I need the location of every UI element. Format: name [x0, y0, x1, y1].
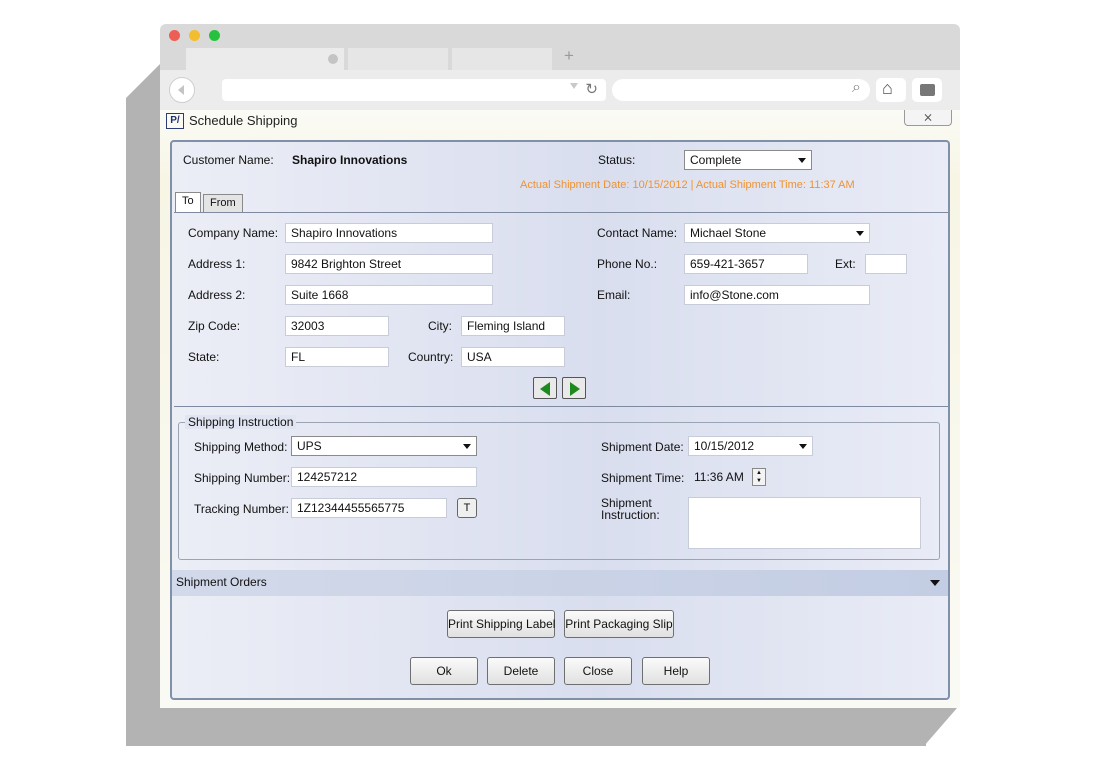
expand-down-icon[interactable] — [930, 580, 940, 586]
print-packaging-slip-button[interactable]: Print Packaging Slip — [564, 610, 674, 638]
arrow-left-icon — [540, 382, 550, 396]
home-icon: ⌂ — [882, 78, 893, 98]
time-spinner[interactable]: ▲ ▼ — [752, 468, 766, 486]
help-button[interactable]: Help — [642, 657, 710, 685]
address1-field[interactable]: 9842 Brighton Street — [285, 254, 493, 274]
zip-code-label: Zip Code: — [188, 319, 241, 333]
state-field[interactable]: FL — [285, 347, 389, 367]
app-logo-icon: P/ — [166, 113, 184, 129]
shipment-date-value: 10/15/2012 — [694, 439, 755, 453]
status-value: Complete — [690, 153, 742, 167]
previous-button[interactable] — [533, 377, 557, 399]
actual-shipment-info: Actual Shipment Date: 10/15/2012 | Actua… — [520, 179, 855, 191]
customer-name-value: Shapiro Innovations — [292, 153, 408, 167]
spin-down-icon[interactable]: ▼ — [753, 477, 765, 485]
shipping-method-value: UPS — [297, 439, 322, 453]
city-label: City: — [428, 319, 452, 333]
reload-icon[interactable]: ↻ — [585, 80, 598, 98]
shipment-time-label: Shipment Time: — [601, 471, 685, 485]
tracking-button[interactable]: T — [457, 498, 477, 518]
address-bar[interactable]: ↻ — [222, 79, 606, 101]
shipping-instruction-legend: Shipping Instruction — [185, 415, 297, 429]
window-close-button[interactable]: ⨯ — [904, 110, 952, 126]
delete-button[interactable]: Delete — [487, 657, 555, 685]
shipping-method-label: Shipping Method: — [194, 440, 288, 454]
browser-tab-active[interactable] — [186, 48, 344, 70]
shipment-instruction-label-2: Instruction: — [601, 508, 660, 522]
phone-label: Phone No.: — [597, 257, 658, 271]
shipment-orders-bar[interactable]: Shipment Orders — [172, 570, 948, 596]
customer-name-label: Customer Name: — [183, 153, 274, 167]
search-icon[interactable]: ⌕ — [852, 79, 861, 97]
contact-name-label: Contact Name: — [597, 226, 678, 240]
menu-button[interactable] — [912, 78, 942, 102]
shipping-number-field[interactable]: 124257212 — [291, 467, 477, 487]
arrow-right-icon — [570, 382, 580, 396]
city-field[interactable]: Fleming Island — [461, 316, 565, 336]
company-name-label: Company Name: — [188, 226, 279, 240]
state-label: State: — [188, 350, 220, 364]
ext-label: Ext: — [835, 257, 856, 271]
browser-tab[interactable] — [452, 48, 552, 70]
new-tab-icon[interactable]: + — [564, 46, 574, 66]
chevron-down-icon — [856, 231, 864, 236]
browser-window: + ↻ ⌕ ⌂ P/ Schedule Shipping ⨯ Customer … — [160, 24, 960, 708]
browser-tab[interactable] — [348, 48, 448, 70]
shipping-method-select[interactable]: UPS — [291, 436, 477, 456]
menu-icon — [920, 84, 935, 96]
shipment-date-select[interactable]: 10/15/2012 — [688, 436, 813, 456]
tab-to[interactable]: To — [175, 192, 201, 212]
url-dropdown-icon[interactable] — [570, 83, 578, 89]
back-arrow-icon — [178, 85, 184, 95]
shipment-orders-label: Shipment Orders — [176, 575, 267, 589]
search-bar[interactable]: ⌕ — [612, 79, 870, 101]
tracking-number-field[interactable]: 1Z12344455565775 — [291, 498, 447, 518]
shipment-time-field[interactable]: 11:36 AM — [688, 467, 750, 487]
address1-label: Address 1: — [188, 257, 246, 271]
window-title: Schedule Shipping — [189, 113, 298, 128]
minimize-dot-icon[interactable] — [189, 30, 200, 41]
close-dot-icon[interactable] — [169, 30, 180, 41]
print-shipping-label-button[interactable]: Print Shipping Label — [447, 610, 555, 638]
app-window: P/ Schedule Shipping ⨯ Customer Name: Sh… — [160, 110, 960, 708]
chevron-down-icon — [463, 444, 471, 449]
tab-from[interactable]: From — [203, 194, 243, 212]
zoom-dot-icon[interactable] — [209, 30, 220, 41]
ext-field[interactable] — [865, 254, 907, 274]
status-label: Status: — [598, 153, 636, 167]
chevron-down-icon — [798, 158, 806, 163]
tracking-number-label: Tracking Number: — [194, 502, 289, 516]
country-label: Country: — [408, 350, 454, 364]
shipment-instruction-textarea[interactable] — [688, 497, 921, 549]
email-label: Email: — [597, 288, 631, 302]
address2-field[interactable]: Suite 1668 — [285, 285, 493, 305]
status-select[interactable]: Complete — [684, 150, 812, 170]
browser-toolbar: ↻ ⌕ ⌂ — [160, 70, 960, 110]
contact-name-value: Michael Stone — [690, 226, 767, 240]
schedule-shipping-panel: Customer Name: Shapiro Innovations Statu… — [170, 140, 950, 700]
address2-label: Address 2: — [188, 288, 246, 302]
spin-up-icon[interactable]: ▲ — [753, 469, 765, 477]
ok-button[interactable]: Ok — [410, 657, 478, 685]
home-button[interactable]: ⌂ — [876, 78, 906, 102]
tab-close-icon[interactable] — [328, 54, 338, 64]
company-name-field[interactable]: Shapiro Innovations — [285, 223, 493, 243]
shipping-instruction-group: Shipping Instruction Shipping Method: UP… — [178, 415, 940, 560]
phone-field[interactable]: 659-421-3657 — [684, 254, 808, 274]
email-field[interactable]: info@Stone.com — [684, 285, 870, 305]
zip-code-field[interactable]: 32003 — [285, 316, 389, 336]
chevron-down-icon — [799, 444, 807, 449]
shipment-date-label: Shipment Date: — [601, 440, 684, 454]
back-button[interactable] — [169, 77, 195, 103]
close-button[interactable]: Close — [564, 657, 632, 685]
shipping-number-label: Shipping Number: — [194, 471, 291, 485]
country-field[interactable]: USA — [461, 347, 565, 367]
contact-name-select[interactable]: Michael Stone — [684, 223, 870, 243]
next-button[interactable] — [562, 377, 586, 399]
